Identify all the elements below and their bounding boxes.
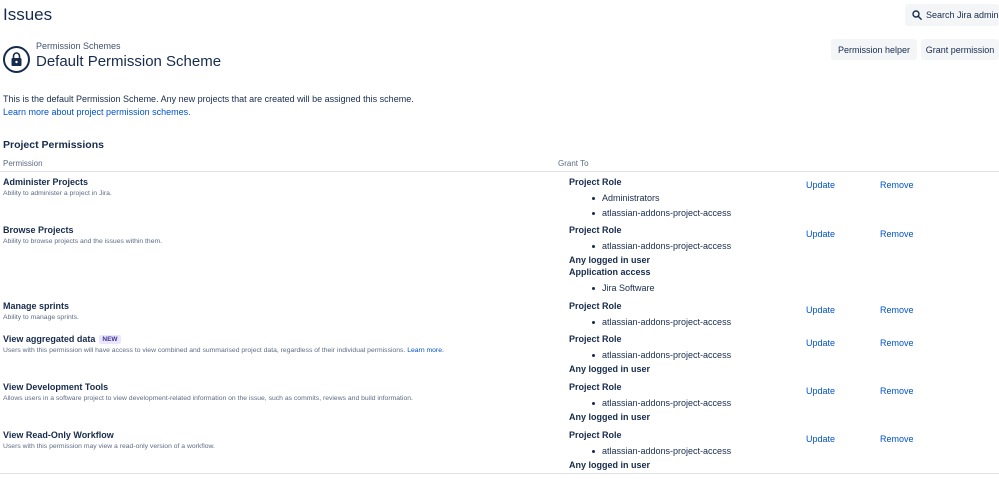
grant-list: Project Role atlassian-addons-project-ac… [569, 334, 789, 378]
breadcrumb-permission-schemes[interactable]: Permission Schemes [36, 41, 121, 51]
new-badge: NEW [99, 335, 121, 344]
permission-name: View aggregated data NEW [3, 334, 121, 344]
update-link[interactable]: Update [806, 338, 835, 348]
permission-description: Ability to browse projects and the issue… [3, 238, 163, 245]
search-jira-admin-label: Search Jira admin [926, 10, 999, 20]
permission-description-text: Users with this permission will have acc… [3, 347, 406, 354]
column-header-permission: Permission [3, 159, 43, 168]
permission-name: View Development Tools [3, 382, 109, 392]
column-header-grant-to: Grant To [558, 159, 589, 168]
grant-type: Project Role [569, 301, 622, 311]
permission-name: Administer Projects [3, 177, 89, 187]
grant-type: Any logged in user [569, 255, 651, 265]
grant-type: Project Role [569, 225, 622, 235]
permission-description: Users with this permission will have acc… [3, 347, 444, 354]
permission-description: Allows users in a software project to vi… [3, 395, 413, 402]
table-header-divider [0, 171, 999, 172]
update-link[interactable]: Update [806, 180, 835, 190]
permission-name: Manage sprints [3, 301, 70, 311]
grant-item: atlassian-addons-project-access [569, 348, 789, 363]
grant-type: Any logged in user [569, 412, 651, 422]
grant-item: Administrators [569, 191, 789, 206]
scheme-title: Default Permission Scheme [36, 53, 222, 70]
permission-name-text: View aggregated data [3, 334, 96, 344]
grant-permission-button[interactable]: Grant permission [921, 39, 999, 60]
grant-type: Project Role [569, 177, 622, 187]
grant-type: Project Role [569, 430, 622, 440]
grant-item: atlassian-addons-project-access [569, 239, 789, 254]
permission-name: Browse Projects [3, 225, 74, 235]
grant-item: atlassian-addons-project-access [569, 396, 789, 411]
grant-type: Project Role [569, 334, 622, 344]
grant-type: Application access [569, 267, 651, 277]
search-icon [912, 10, 922, 20]
update-link[interactable]: Update [806, 386, 835, 396]
permission-description: Ability to manage sprints. [3, 314, 79, 321]
aggregated-learn-more-link[interactable]: Learn more. [407, 347, 444, 354]
update-link[interactable]: Update [806, 434, 835, 444]
permission-helper-button[interactable]: Permission helper [831, 39, 917, 60]
permission-scheme-page: Issues Search Jira admin Permission Sche… [0, 0, 999, 479]
remove-link[interactable]: Remove [880, 305, 914, 315]
update-link[interactable]: Update [806, 305, 835, 315]
remove-link[interactable]: Remove [880, 180, 914, 190]
remove-link[interactable]: Remove [880, 338, 914, 348]
grant-item: atlassian-addons-project-access [569, 444, 789, 459]
grant-type: Any logged in user [569, 460, 651, 470]
remove-link[interactable]: Remove [880, 434, 914, 444]
learn-more-link[interactable]: Learn more about project permission sche… [3, 107, 191, 117]
grant-list: Project Role atlassian-addons-project-ac… [569, 301, 789, 330]
grant-list: Project Role atlassian-addons-project-ac… [569, 382, 789, 426]
remove-link[interactable]: Remove [880, 386, 914, 396]
page-title: Issues [3, 5, 53, 24]
search-jira-admin-button[interactable]: Search Jira admin [905, 4, 999, 26]
table-bottom-divider [0, 473, 999, 474]
grant-item: Jira Software [569, 281, 789, 296]
grant-list: Project Role atlassian-addons-project-ac… [569, 225, 789, 296]
permission-description: Ability to administer a project in Jira. [3, 190, 112, 197]
permission-name: View Read-Only Workflow [3, 430, 114, 440]
grant-list: Project Role atlassian-addons-project-ac… [569, 430, 789, 474]
grant-item: atlassian-addons-project-access [569, 206, 789, 221]
update-link[interactable]: Update [806, 229, 835, 239]
permission-description: Users with this permission may view a re… [3, 443, 215, 450]
lock-icon [3, 46, 30, 73]
grant-item: atlassian-addons-project-access [569, 315, 789, 330]
section-title: Project Permissions [3, 139, 104, 151]
grant-type: Project Role [569, 382, 622, 392]
grant-list: Project Role Administrators atlassian-ad… [569, 177, 789, 221]
scheme-description: This is the default Permission Scheme. A… [3, 94, 414, 104]
grant-type: Any logged in user [569, 364, 651, 374]
remove-link[interactable]: Remove [880, 229, 914, 239]
